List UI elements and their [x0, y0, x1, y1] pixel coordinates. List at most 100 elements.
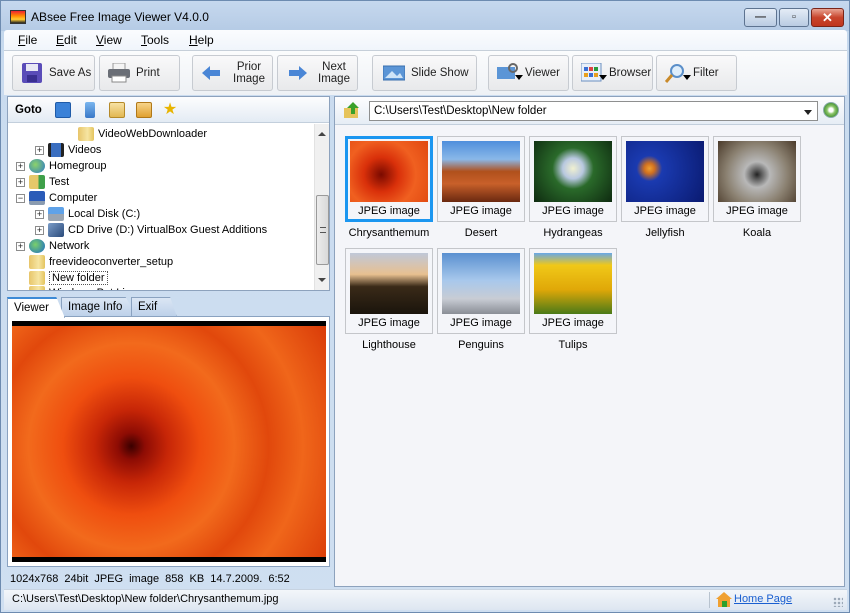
folder-up-icon[interactable]	[344, 102, 360, 119]
thumbnail-item[interactable]: JPEG image Desert	[437, 136, 525, 246]
chrysanthemum-photo	[12, 326, 326, 557]
tree-item[interactable]: VideoWebDownloader	[65, 126, 207, 142]
thumbnail-image	[350, 141, 428, 202]
address-bar: C:\Users\Test\Desktop\New folder	[335, 97, 844, 125]
dropdown-arrow-icon	[683, 75, 691, 80]
thumbnail-image	[718, 141, 796, 202]
maximize-icon: ▫	[792, 11, 796, 23]
thumbnail-item[interactable]: JPEG image Lighthouse	[345, 248, 433, 358]
prior-image-button[interactable]: Prior Image	[192, 55, 273, 91]
window-title: ABsee Free Image Viewer V4.0.0	[31, 10, 209, 24]
address-combobox[interactable]: C:\Users\Test\Desktop\New folder	[369, 101, 818, 121]
save-as-button[interactable]: Save As	[12, 55, 95, 91]
slideshow-icon	[382, 63, 406, 83]
tree-item[interactable]: + CD Drive (D:) VirtualBox Guest Addition…	[35, 222, 267, 238]
status-bar: C:\Users\Test\Desktop\New folder\Chrysan…	[4, 589, 847, 610]
expand-icon[interactable]: +	[16, 241, 25, 251]
thumbnail-item[interactable]: JPEG image Chrysanthemum	[345, 136, 433, 246]
folder-icon	[78, 127, 94, 141]
floppy-disk-icon	[21, 63, 43, 83]
thumbnail-item[interactable]: JPEG image Tulips	[529, 248, 617, 358]
close-button[interactable]: ✕	[811, 8, 844, 27]
tree-item[interactable]: + Videos	[35, 142, 101, 158]
tree-item[interactable]: − Computer	[16, 190, 97, 206]
image-preview[interactable]	[12, 321, 326, 562]
tree-item[interactable]: + Homegroup	[16, 158, 106, 174]
collapse-icon[interactable]: −	[16, 193, 25, 203]
magnifier-filter-icon	[664, 63, 691, 83]
tab-image-info[interactable]: Image Info	[61, 297, 137, 317]
toolbar: Save As Print Prior Image Next Image Sli…	[4, 50, 847, 95]
expand-icon[interactable]: +	[16, 161, 25, 171]
minimize-button[interactable]: —	[744, 8, 777, 27]
thumbnail-item[interactable]: JPEG image Hydrangeas	[529, 136, 617, 246]
thumbnail-image	[442, 141, 520, 202]
print-button[interactable]: Print	[99, 55, 180, 91]
videos-icon	[48, 143, 64, 157]
tree-item[interactable]: + Test	[16, 174, 69, 190]
disk-icon	[48, 207, 64, 221]
image-depth: 24bit	[64, 573, 89, 585]
user-folder-icon	[29, 175, 45, 189]
slide-show-button[interactable]: Slide Show	[372, 55, 477, 91]
close-icon: ✕	[822, 10, 833, 25]
thumbnail-item[interactable]: JPEG image Penguins	[437, 248, 525, 358]
arrow-left-icon	[201, 63, 223, 83]
computer-goto-icon[interactable]	[85, 102, 95, 118]
tree-item[interactable]: Windows Pet Live...	[29, 285, 146, 290]
next-image-button[interactable]: Next Image	[277, 55, 358, 91]
printer-icon	[108, 62, 130, 83]
resize-grip[interactable]	[833, 597, 843, 607]
tab-exif[interactable]: Exif	[131, 297, 177, 317]
home-icon[interactable]	[716, 592, 732, 607]
tree-item[interactable]: freevideoconverter_setup	[29, 254, 173, 270]
title-bar[interactable]: ABsee Free Image Viewer V4.0.0 — ▫ ✕	[1, 1, 849, 31]
expand-icon[interactable]: +	[35, 145, 44, 155]
viewer-panel	[7, 316, 330, 567]
goto-bar: Goto ★	[8, 97, 329, 123]
app-logo-icon	[10, 10, 26, 24]
menu-edit[interactable]: Edit	[56, 33, 77, 47]
tree-item[interactable]: + Network	[16, 238, 89, 254]
folder-icon	[29, 286, 45, 290]
status-file-path: C:\Users\Test\Desktop\New folder\Chrysan…	[12, 593, 279, 605]
tree-item[interactable]: + Local Disk (C:)	[35, 206, 140, 222]
thumbnail-item[interactable]: JPEG image Koala	[713, 136, 801, 246]
folder-icon	[29, 255, 45, 269]
menu-view[interactable]: View	[96, 33, 122, 47]
favorites-star-icon[interactable]: ★	[162, 102, 178, 118]
image-date: 14.7.2009. 6:52	[210, 573, 290, 585]
thumbnail-image	[442, 253, 520, 314]
thumbnail-item[interactable]: JPEG image Jellyfish	[621, 136, 709, 246]
refresh-icon[interactable]	[823, 102, 839, 118]
scrollbar-thumb[interactable]	[316, 195, 329, 265]
expand-icon[interactable]: +	[16, 177, 25, 187]
tree-scrollbar[interactable]	[314, 124, 329, 290]
tab-viewer[interactable]: Viewer	[7, 297, 65, 318]
computer-icon	[29, 191, 45, 205]
browser-button[interactable]: Browser	[572, 55, 653, 91]
documents-goto-icon[interactable]	[109, 102, 125, 118]
cd-drive-icon	[48, 223, 64, 237]
dropdown-arrow-icon[interactable]	[804, 110, 812, 115]
tree-item-selected[interactable]: New folder	[29, 270, 108, 286]
expand-icon[interactable]: +	[35, 209, 44, 219]
maximize-button[interactable]: ▫	[779, 8, 809, 27]
menu-tools[interactable]: Tools	[141, 33, 169, 47]
viewer-button[interactable]: Viewer	[488, 55, 569, 91]
scroll-up-arrow-icon[interactable]	[318, 132, 326, 136]
thumbnail-image	[350, 253, 428, 314]
menu-file[interactable]: File	[18, 33, 37, 47]
refresh-goto-icon[interactable]	[55, 102, 71, 118]
expand-icon[interactable]: +	[35, 225, 44, 235]
browser-grid-icon	[580, 62, 607, 83]
thumbnail-image	[534, 253, 612, 314]
scroll-down-arrow-icon[interactable]	[318, 278, 326, 282]
filter-button[interactable]: Filter	[656, 55, 737, 91]
home-page-link[interactable]: Home Page	[734, 593, 792, 605]
browser-panel: C:\Users\Test\Desktop\New folder JPEG im…	[334, 96, 845, 587]
image-info-line: 1024x768 24bit JPEG image 858 KB 14.7.20…	[10, 573, 290, 585]
viewer-icon	[497, 63, 523, 83]
menu-help[interactable]: Help	[189, 33, 214, 47]
pictures-goto-icon[interactable]	[136, 102, 152, 118]
